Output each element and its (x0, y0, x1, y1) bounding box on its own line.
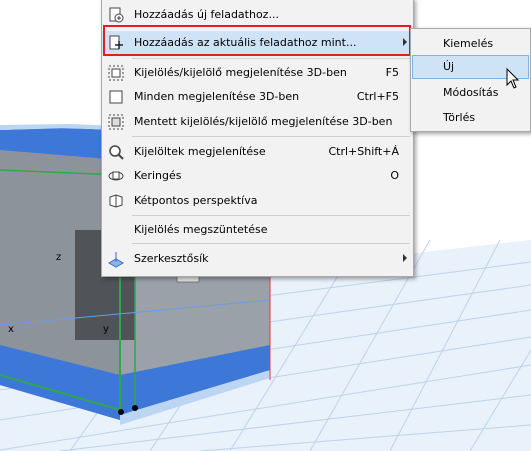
axis-label-y: y (103, 324, 109, 335)
menu-item-label: Kijelöltek megjelenítése (134, 145, 266, 158)
menu-separator (132, 136, 410, 137)
submenu-item-label: Új (443, 60, 455, 73)
menu-item-shortcut: F5 (385, 66, 399, 79)
menu-item-label: Kétpontos perspektíva (134, 194, 258, 207)
show-saved-selection-3d-icon (108, 114, 124, 130)
menu-separator (132, 58, 410, 59)
menu-item-shortcut: O (390, 169, 399, 182)
menu-separator (132, 215, 410, 216)
submenu-item-label: Módosítás (443, 86, 499, 99)
submenu-item-kiemeles[interactable]: Kiemelés (413, 33, 528, 55)
menu-item-label: Minden megjelenítése 3D-ben (134, 90, 300, 103)
menu-item-deselect[interactable]: Kijelölés megszüntetése (102, 218, 413, 242)
menu-item-editing-plane[interactable]: Szerkesztősík (102, 247, 413, 271)
show-all-3d-icon (109, 90, 123, 104)
highlight-frame (103, 25, 411, 56)
menu-item-label: Szerkesztősík (134, 252, 209, 265)
show-selected-icon (109, 145, 124, 160)
submenu-item-label: Kiemelés (443, 37, 494, 50)
mouse-cursor-icon (506, 68, 520, 89)
menu-item-label: Kijelölés megszüntetése (134, 223, 268, 236)
menu-separator (132, 243, 410, 244)
axis-label-x: x (8, 324, 14, 335)
editing-plane-icon (107, 252, 125, 268)
menu-item-show-selection-3d[interactable]: Kijelölés/kijelölő megjelenítése 3D-ben … (102, 61, 413, 85)
submenu-item-label: Törlés (443, 111, 476, 124)
submenu-item-torles[interactable]: Törlés (413, 107, 528, 129)
menu-item-show-selected[interactable]: Kijelöltek megjelenítése Ctrl+Shift+Á (102, 140, 413, 164)
menu-item-show-all-3d[interactable]: Minden megjelenítése 3D-ben Ctrl+F5 (102, 85, 413, 109)
axis-label-z: z (56, 252, 61, 263)
context-menu: Hozzáadás új feladathoz... Hozzáadás az … (101, 0, 414, 277)
show-selection-3d-icon (108, 65, 124, 81)
menu-item-label: Keringés (134, 169, 182, 182)
menu-item-shortcut: Ctrl+Shift+Á (328, 145, 399, 158)
two-point-perspective-icon (109, 194, 123, 208)
menu-item-label: Kijelölés/kijelölő megjelenítése 3D-ben (134, 66, 347, 79)
add-to-new-task-icon (109, 7, 124, 23)
menu-item-show-saved-selection-3d[interactable]: Mentett kijelölés/kijelölő megjelenítése… (102, 110, 413, 134)
menu-item-label: Hozzáadás új feladathoz... (134, 8, 279, 21)
menu-item-two-point-perspective[interactable]: Kétpontos perspektíva (102, 189, 413, 213)
orbit-icon (108, 171, 124, 181)
menu-item-shortcut: Ctrl+F5 (356, 90, 399, 103)
menu-item-label: Mentett kijelölés/kijelölő megjelenítése… (134, 115, 393, 128)
menu-item-add-new-task[interactable]: Hozzáadás új feladathoz... (102, 3, 413, 27)
submenu-arrow-icon (403, 254, 407, 262)
menu-item-orbit[interactable]: Keringés O (102, 164, 413, 188)
